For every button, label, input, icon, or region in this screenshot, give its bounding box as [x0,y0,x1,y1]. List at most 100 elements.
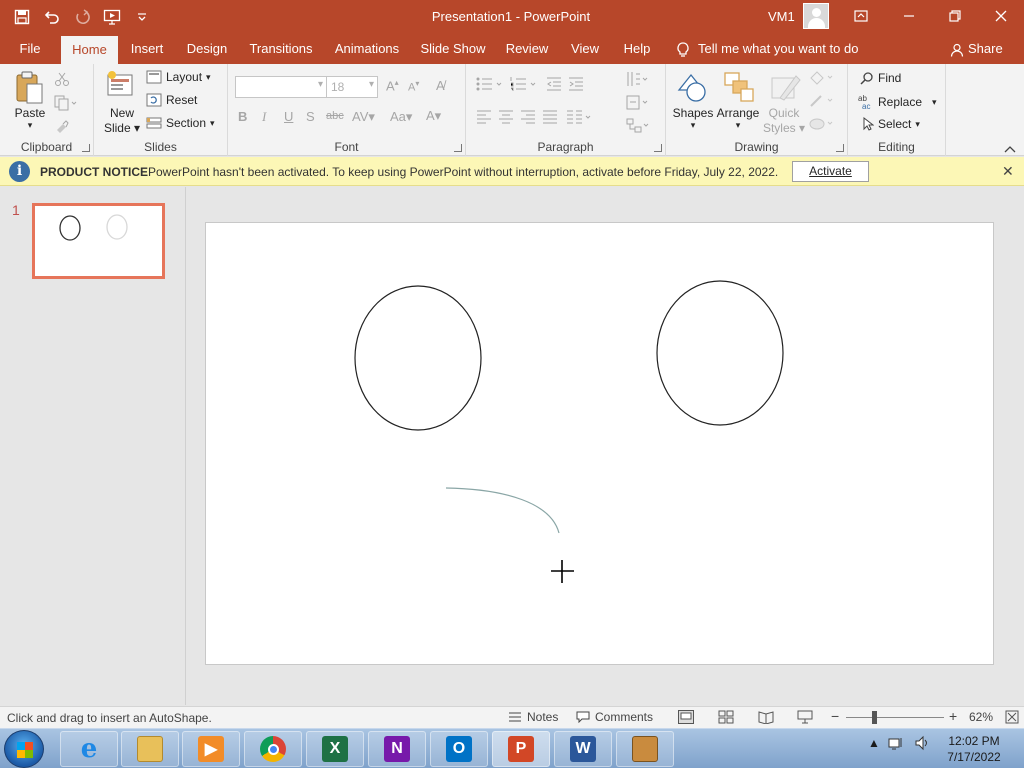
quick-styles-button[interactable]: Styles ▾ [762,121,806,135]
shapes-button[interactable]: Shapes [670,106,716,120]
text-shadow-icon[interactable]: S [306,109,315,124]
new-slide-label-1[interactable]: New [100,106,144,120]
zoom-slider-track[interactable] [846,717,944,718]
taskbar-media-player[interactable]: ▶ [182,731,240,767]
user-name[interactable]: VM1 [768,9,795,24]
increase-font-size-icon[interactable]: A▴ [386,78,399,93]
change-case-icon[interactable]: Aa▾ [390,109,412,125]
quick-styles-icon[interactable] [770,70,802,107]
customize-qat-icon[interactable] [130,5,154,29]
volume-icon[interactable] [914,735,930,751]
activate-button[interactable]: Activate [792,161,869,182]
restore-icon[interactable] [932,0,978,32]
paste-button[interactable]: Paste [10,106,50,120]
font-name-combo[interactable]: ▾ [235,76,327,98]
taskbar-onenote[interactable]: N [368,731,426,767]
taskbar-clock[interactable]: 12:02 PM 7/17/2022 [944,733,1004,765]
shape-fill-icon[interactable] [808,70,836,89]
clear-formatting-icon[interactable]: A̸ [436,78,445,93]
arrange-icon[interactable] [722,70,756,107]
right-oval-shape[interactable] [656,280,784,426]
font-size-combo[interactable]: 18 ▾ [326,76,378,98]
avatar[interactable] [803,3,829,29]
taskbar-excel[interactable]: X [306,731,364,767]
show-hidden-icons-icon[interactable]: ▲ [868,736,880,750]
tab-slide-show[interactable]: Slide Show [416,34,490,64]
font-launcher-icon[interactable] [454,144,462,152]
tab-home[interactable]: Home [61,36,118,64]
decrease-font-size-icon[interactable]: A▾ [408,79,419,94]
zoom-out-icon[interactable]: − [831,708,839,724]
slide-show-view-icon[interactable] [797,710,813,724]
section-button[interactable]: Section ▾ [146,116,215,130]
reset-button[interactable]: Reset [146,93,197,107]
numbering-icon[interactable] [510,76,540,95]
tab-animations[interactable]: Animations [328,34,406,64]
clipboard-launcher-icon[interactable] [82,144,90,152]
tab-design[interactable]: Design [180,34,234,64]
normal-view-icon[interactable] [678,710,694,724]
font-color-icon[interactable]: A▾ [426,108,441,124]
undo-icon[interactable] [40,5,64,29]
align-right-icon[interactable] [520,110,536,127]
convert-to-smartart-icon[interactable] [626,118,650,137]
shape-outline-icon[interactable] [808,93,836,112]
text-direction-icon[interactable] [626,70,650,93]
increase-indent-icon[interactable] [568,76,584,95]
taskbar-pinned-app[interactable] [616,731,674,767]
replace-button[interactable]: ab ac Replace ▾ [858,94,937,110]
taskbar-outlook[interactable]: O [430,731,488,767]
slide-canvas[interactable] [205,222,994,665]
select-button[interactable]: Select ▾ [862,117,920,131]
align-text-icon[interactable] [626,95,650,114]
taskbar-powerpoint[interactable]: P [492,731,550,767]
zoom-level[interactable]: 62% [969,710,993,724]
close-icon[interactable] [978,0,1024,32]
shape-effects-icon[interactable] [808,116,836,135]
font-size-dropdown-icon[interactable]: ▾ [369,79,374,90]
columns-icon[interactable] [566,110,594,127]
ribbon-display-options-icon[interactable] [838,0,884,32]
shapes-dropdown-icon[interactable]: ▾ [670,120,716,131]
find-button[interactable]: Find [860,71,901,85]
collapse-ribbon-icon[interactable] [1004,142,1016,156]
fit-to-window-icon[interactable] [1005,710,1019,724]
paste-icon[interactable] [14,70,44,107]
left-oval-shape[interactable] [354,285,482,431]
tab-review[interactable]: Review [500,34,554,64]
align-left-icon[interactable] [476,110,492,127]
drawing-launcher-icon[interactable] [836,144,844,152]
character-spacing-icon[interactable]: AV▾ [352,109,375,125]
tab-insert[interactable]: Insert [124,34,170,64]
arrange-button[interactable]: Arrange [716,106,760,120]
shapes-icon[interactable] [676,70,710,107]
taskbar-file-explorer[interactable] [121,731,179,767]
cut-icon[interactable] [54,71,70,90]
save-icon[interactable] [10,5,34,29]
notice-close-icon[interactable]: ✕ [1002,163,1014,180]
bullets-icon[interactable] [476,76,506,95]
minimize-icon[interactable] [886,0,932,32]
redo-icon[interactable] [70,5,94,29]
decrease-indent-icon[interactable] [546,76,562,95]
comments-button[interactable]: Comments [576,710,653,724]
taskbar-internet-explorer[interactable]: e [60,731,118,767]
slide-sorter-icon[interactable] [718,710,734,724]
tab-view[interactable]: View [564,34,606,64]
zoom-slider-thumb[interactable] [872,711,877,724]
zoom-in-icon[interactable]: + [949,708,957,724]
paragraph-launcher-icon[interactable] [654,144,662,152]
arrange-dropdown-icon[interactable]: ▾ [716,120,760,131]
italic-icon[interactable]: I [262,109,266,125]
start-button[interactable] [4,730,44,768]
copy-icon[interactable] [54,95,78,114]
layout-button[interactable]: Layout ▾ [146,70,211,84]
reading-view-icon[interactable] [758,710,774,724]
strikethrough-icon[interactable]: abc [326,110,344,122]
justify-icon[interactable] [542,110,558,127]
tab-transitions[interactable]: Transitions [244,34,318,64]
new-slide-button[interactable]: Slide ▾ [100,121,144,135]
format-painter-icon[interactable] [54,118,70,137]
slide-thumbnail[interactable] [32,203,165,279]
share-button[interactable]: Share [950,34,1003,64]
